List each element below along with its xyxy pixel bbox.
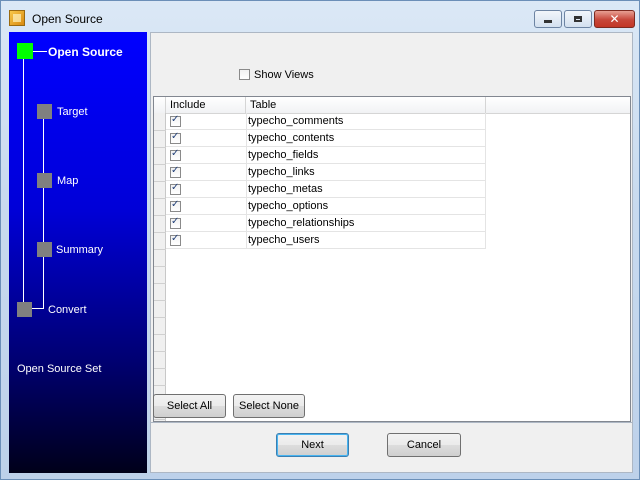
row-header-divider [154,266,166,267]
row-header-divider [154,232,166,233]
step-indicator-target [37,104,52,119]
row-header-divider [154,283,166,284]
table-row[interactable]: typecho_links [166,164,486,181]
step-connector-line [43,110,44,308]
app-icon [9,10,25,26]
cancel-button[interactable]: Cancel [387,433,461,457]
grid-header: Include Table [154,97,630,114]
include-checkbox[interactable] [170,148,181,161]
close-icon: ✕ [609,12,620,26]
include-checkbox[interactable] [170,216,181,229]
row-header-divider [154,419,166,420]
row-header-divider [154,130,166,131]
step-indicator-convert [17,302,32,317]
step-label-convert: Convert [48,304,87,316]
step-label-map: Map [57,175,79,187]
wizard-sidebar: Open Source Target Map Summary Convert O… [9,32,147,473]
row-header-divider [154,164,166,165]
table-row[interactable]: typecho_users [166,232,486,249]
title-bar[interactable]: Open Source ✕ [1,1,639,31]
row-header-column [154,113,166,421]
row-header-divider [154,351,166,352]
table-name-cell: typecho_contents [248,132,335,144]
step-label-summary: Summary [56,244,104,256]
include-checkbox[interactable] [170,233,181,246]
step-connector-line [31,51,47,52]
row-header-divider [154,181,166,182]
table-name-cell: typecho_links [248,166,315,178]
table-row[interactable]: typecho_contents [166,130,486,147]
show-views-checkbox[interactable] [239,69,250,80]
row-header-divider [154,334,166,335]
table-row[interactable]: typecho_options [166,198,486,215]
maximize-button[interactable] [564,10,592,28]
tables-grid[interactable]: Include Table typecho_comments typecho_co… [153,96,631,422]
select-all-button[interactable]: Select All [153,394,226,418]
grid-corner [154,97,166,113]
row-header-divider [154,147,166,148]
app-window: Open Source ✕ Open Source Target Map Sum… [0,0,640,480]
include-checkbox[interactable] [170,199,181,212]
table-row[interactable]: typecho_metas [166,181,486,198]
table-name-cell: typecho_options [248,200,329,212]
step-connector-line [23,48,24,308]
table-name-cell: typecho_metas [248,183,323,195]
row-header-divider [154,215,166,216]
button-bar: Next Cancel [150,423,633,473]
minimize-icon [544,20,552,23]
step-indicator-summary [37,242,52,257]
step-indicator-open-source [17,43,33,59]
table-row[interactable]: typecho_comments [166,113,486,130]
include-checkbox[interactable] [170,182,181,195]
step-label-target: Target [57,106,88,118]
next-button[interactable]: Next [276,433,349,457]
maximize-icon [574,16,582,22]
include-checkbox[interactable] [170,114,181,127]
table-name-cell: typecho_relationships [248,217,355,229]
close-button[interactable]: ✕ [594,10,635,28]
step-label-open-source: Open Source [48,45,123,59]
window-title: Open Source [32,12,103,26]
minimize-button[interactable] [534,10,562,28]
include-checkbox[interactable] [170,165,181,178]
sidebar-status-text: Open Source Set [17,363,102,375]
row-header-divider [154,249,166,250]
table-name-cell: typecho_fields [248,149,319,161]
row-header-divider [154,300,166,301]
table-name-cell: typecho_users [248,234,320,246]
table-row[interactable]: typecho_fields [166,147,486,164]
show-views-label[interactable]: Show Views [254,69,314,81]
include-checkbox[interactable] [170,131,181,144]
main-panel: Show Views Include Table typecho_comment… [150,32,633,473]
table-name-cell: typecho_comments [248,115,344,127]
row-header-divider [154,368,166,369]
row-header-divider [154,317,166,318]
column-header-table[interactable]: Table [246,97,486,113]
column-header-include[interactable]: Include [166,97,246,113]
step-indicator-map [37,173,52,188]
content-area: Show Views Include Table typecho_comment… [150,32,633,423]
select-none-button[interactable]: Select None [233,394,305,418]
row-header-divider [154,385,166,386]
row-header-divider [154,198,166,199]
table-row[interactable]: typecho_relationships [166,215,486,232]
